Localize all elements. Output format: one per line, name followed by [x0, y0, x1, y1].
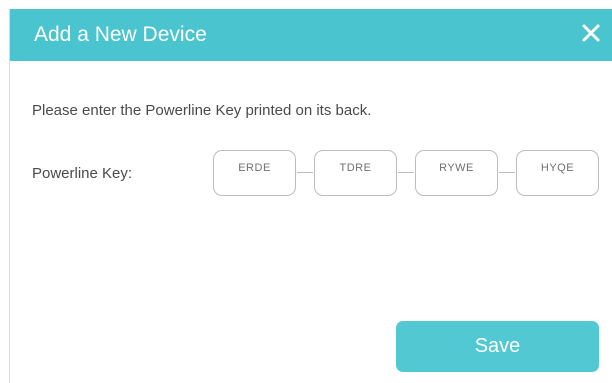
- add-device-dialog: Add a New Device Please enter the Powerl…: [9, 9, 612, 383]
- key-separator: [499, 172, 515, 173]
- dialog-header: Add a New Device: [10, 9, 612, 61]
- close-button[interactable]: [577, 19, 605, 47]
- powerline-key-field-1[interactable]: [213, 150, 296, 196]
- key-separator: [297, 172, 313, 173]
- dialog-title: Add a New Device: [34, 23, 207, 46]
- powerline-key-field-3[interactable]: [415, 150, 498, 196]
- key-separator: [398, 172, 414, 173]
- save-button[interactable]: Save: [396, 321, 599, 372]
- powerline-key-label: Powerline Key:: [32, 165, 133, 182]
- powerline-key-field-4[interactable]: [516, 150, 599, 196]
- powerline-key-field-2[interactable]: [314, 150, 397, 196]
- instruction-text: Please enter the Powerline Key printed o…: [32, 102, 372, 119]
- close-icon: [582, 24, 600, 42]
